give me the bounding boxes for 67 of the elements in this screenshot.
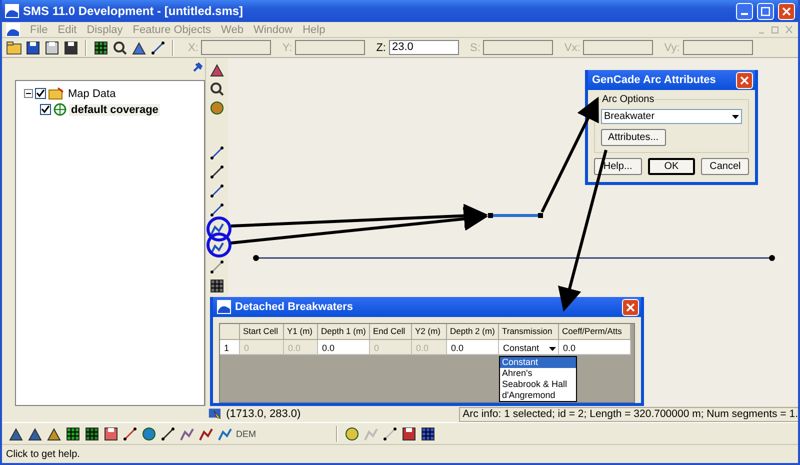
cursor-coordinates: (1713.0, 283.0) bbox=[225, 408, 302, 420]
column-header: Transmission bbox=[499, 324, 559, 340]
grid-icon[interactable] bbox=[65, 426, 81, 442]
tree-item-label[interactable]: Map Data bbox=[66, 88, 118, 100]
attributes-button[interactable]: Attributes... bbox=[601, 129, 666, 146]
maximize-icon bbox=[761, 6, 770, 16]
curve-icon[interactable] bbox=[198, 426, 214, 442]
coordinate-label: Vy: bbox=[664, 42, 680, 54]
dialog-title: Detached Breakwaters bbox=[235, 301, 354, 313]
coordinate-label: Z: bbox=[376, 42, 386, 54]
table-cell[interactable]: 0.0 bbox=[318, 340, 370, 355]
table-cell[interactable]: 0.0 bbox=[559, 340, 631, 355]
tree-checkbox[interactable] bbox=[35, 88, 46, 99]
column-header: Start Cell bbox=[240, 324, 284, 340]
column-header: Y1 (m) bbox=[284, 324, 318, 340]
folder-icon bbox=[48, 87, 64, 100]
table-cell[interactable]: 0.0 bbox=[447, 340, 499, 355]
minimize-button[interactable] bbox=[736, 2, 753, 20]
close-button[interactable] bbox=[778, 2, 795, 20]
group-label: Arc Options bbox=[601, 94, 656, 105]
coordinate-label: S: bbox=[470, 42, 480, 54]
arc-icon[interactable] bbox=[209, 221, 225, 237]
highlight-circle bbox=[206, 216, 232, 242]
tree-checkbox[interactable] bbox=[40, 104, 51, 115]
coordinate-field[interactable]: 23.0 bbox=[388, 40, 459, 55]
collapse-icon[interactable] bbox=[24, 89, 33, 98]
column-header: Depth 1 (m) bbox=[318, 324, 370, 340]
column-header: Depth 2 (m) bbox=[447, 324, 499, 340]
save-icon[interactable] bbox=[25, 40, 41, 56]
close-icon bbox=[740, 76, 749, 84]
minimize-icon bbox=[741, 13, 748, 15]
arc-type-dropdown[interactable]: Breakwater bbox=[601, 109, 742, 124]
column-header: Coeff/Perm/Atts bbox=[559, 324, 631, 340]
zoom-icon[interactable] bbox=[112, 40, 128, 56]
arc-drawing bbox=[488, 211, 544, 220]
app-icon bbox=[6, 22, 20, 36]
coordinate-label: X: bbox=[188, 42, 198, 54]
dialog-button[interactable]: Help... bbox=[594, 158, 642, 175]
coverage-icon bbox=[53, 103, 67, 116]
column-header: End Cell bbox=[370, 324, 412, 340]
window-title: SMS 11.0 Development - [untitled.sms] bbox=[23, 4, 244, 18]
close-icon bbox=[782, 6, 791, 16]
highlight-circle bbox=[206, 232, 232, 258]
dem-label[interactable]: DEM bbox=[236, 428, 253, 438]
zoom-icon[interactable] bbox=[209, 81, 225, 97]
dialog-button[interactable]: OK bbox=[648, 158, 696, 175]
row-header: 1 bbox=[220, 340, 240, 355]
close-button[interactable] bbox=[736, 72, 753, 88]
close-button[interactable] bbox=[622, 298, 639, 316]
coordinate-label: Vx: bbox=[564, 42, 580, 54]
dialog-button[interactable]: Cancel bbox=[701, 158, 749, 175]
maximize-button[interactable] bbox=[757, 2, 774, 20]
line-icon[interactable] bbox=[209, 202, 225, 218]
close-icon bbox=[626, 302, 635, 312]
folder-icon[interactable] bbox=[6, 40, 22, 56]
help-text: Click to get help. bbox=[6, 448, 80, 460]
app-icon bbox=[5, 4, 19, 18]
dropdown-option[interactable]: Constant bbox=[500, 357, 576, 368]
coordinate-label: Y: bbox=[282, 42, 292, 54]
dialog-title: GenCade Arc Attributes bbox=[592, 74, 717, 86]
arc-info: Arc info: 1 selected; id = 2; Length = 320.700000 m; Num segments = 1. bbox=[458, 406, 798, 422]
tree-item-label[interactable]: default coverage bbox=[69, 104, 160, 116]
grid-icon[interactable] bbox=[84, 426, 100, 442]
transmission-dropdown[interactable]: Constant bbox=[499, 340, 559, 355]
column-header: Y2 (m) bbox=[412, 324, 447, 340]
pin-icon[interactable] bbox=[193, 62, 203, 72]
app-icon bbox=[217, 300, 231, 314]
